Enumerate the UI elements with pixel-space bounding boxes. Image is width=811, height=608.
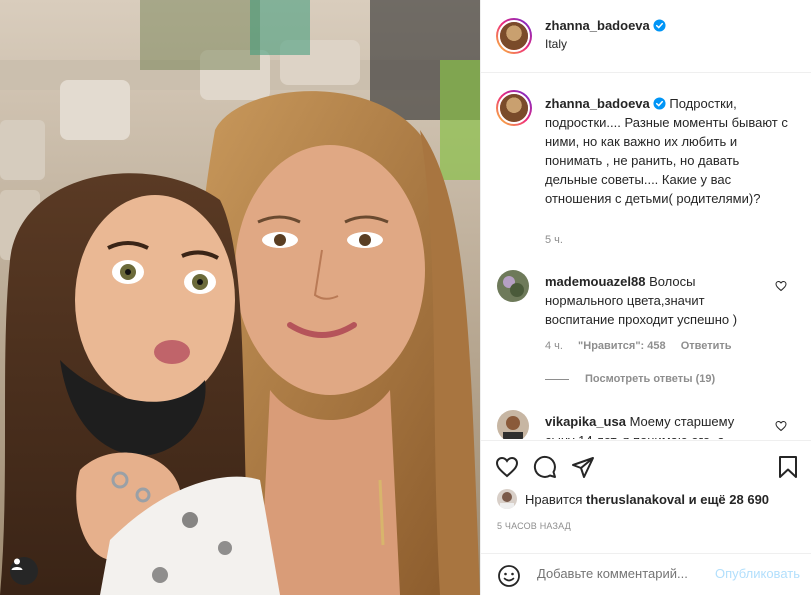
likes-prefix: Нравится	[525, 491, 583, 507]
comment-likes-count[interactable]: "Нравится": 458	[578, 340, 666, 352]
author-avatar[interactable]	[496, 18, 532, 54]
post-timestamp[interactable]: 5 ЧАСОВ НАЗАД	[497, 521, 571, 531]
save-bookmark-button[interactable]	[776, 455, 800, 479]
add-comment-form: Опубликовать	[481, 553, 811, 608]
instagram-post: zhanna_badoeva Italy zhanna_badoeva Подр…	[0, 0, 811, 595]
comment-timestamp: 4 ч.	[545, 340, 563, 352]
add-comment-input[interactable]	[537, 561, 707, 585]
tagged-users-button[interactable]	[10, 557, 38, 585]
bookmark-icon	[779, 456, 797, 478]
caption-timestamp: 5 ч.	[545, 234, 563, 246]
post-photo[interactable]	[0, 0, 480, 595]
view-replies-label: Посмотреть ответы (19)	[585, 373, 716, 385]
comment-text-block: mademouazel88 Волосы нормального цвета,з…	[545, 272, 765, 329]
likes-count[interactable]: и ещё 28 690	[689, 492, 769, 507]
commenter-avatar[interactable]	[497, 410, 529, 439]
post-side-panel: zhanna_badoeva Italy zhanna_badoeva Подр…	[480, 0, 811, 595]
publish-comment-button[interactable]: Опубликовать	[715, 566, 800, 581]
comment-meta: 4 ч. "Нравится": 458 Ответить	[545, 340, 744, 352]
likes-summary: Нравится theruslanakoval и ещё 28 690	[497, 489, 769, 509]
caption-text-block: zhanna_badoeva Подростки, подростки.... …	[545, 94, 795, 208]
post-actions-section: Нравится theruslanakoval и ещё 28 690 5 …	[481, 440, 811, 587]
comment-bubble-icon[interactable]	[533, 455, 557, 479]
emoji-smiley-icon[interactable]	[497, 564, 521, 588]
liker-avatar[interactable]	[497, 489, 517, 509]
verified-badge-icon	[653, 97, 666, 110]
selfie-photo-illustration	[0, 0, 480, 595]
commenter-username[interactable]: vikapika_usa	[545, 414, 626, 429]
view-replies-button[interactable]: Посмотреть ответы (19)	[545, 373, 715, 385]
post-location[interactable]: Italy	[545, 37, 567, 51]
caption-author-avatar[interactable]	[496, 90, 532, 126]
liker-username[interactable]: theruslanakoval	[586, 492, 685, 507]
comment-like-heart-icon[interactable]	[775, 420, 787, 432]
commenter-username[interactable]: mademouazel88	[545, 274, 645, 289]
caption-username[interactable]: zhanna_badoeva	[545, 96, 650, 111]
reply-button[interactable]: Ответить	[681, 340, 732, 352]
comment-like-heart-icon[interactable]	[775, 280, 787, 292]
comment-text-block: vikapika_usa Моему старшему сыну 14 лет,…	[545, 412, 765, 439]
comments-list[interactable]: zhanna_badoeva Подростки, подростки.... …	[481, 74, 811, 439]
post-header: zhanna_badoeva Italy	[481, 0, 811, 73]
author-username-row: zhanna_badoeva	[545, 18, 666, 33]
person-icon	[11, 558, 23, 570]
verified-badge-icon	[653, 19, 666, 32]
caption-body: Подростки, подростки.... Разные моменты …	[545, 96, 788, 206]
commenter-avatar[interactable]	[497, 270, 529, 302]
share-plane-icon[interactable]	[571, 455, 595, 479]
action-icons-row	[495, 455, 595, 479]
like-heart-icon[interactable]	[495, 455, 519, 479]
author-username[interactable]: zhanna_badoeva	[545, 18, 650, 33]
